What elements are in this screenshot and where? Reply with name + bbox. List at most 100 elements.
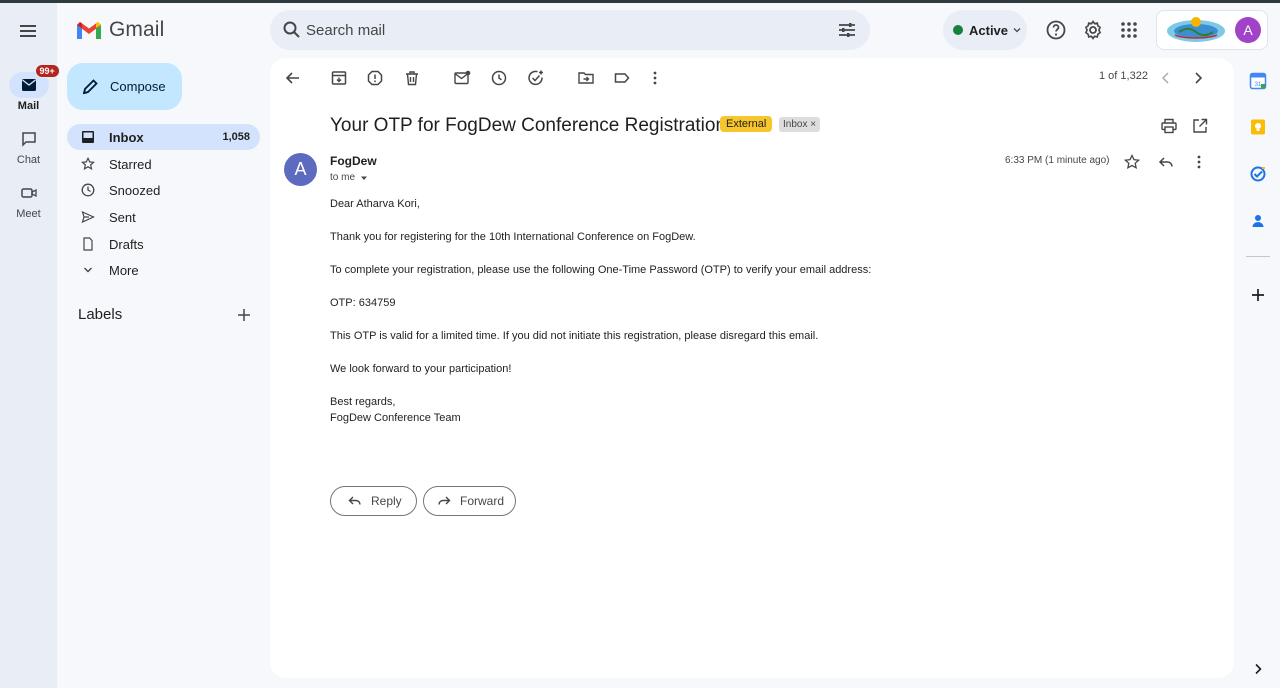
message-more-button[interactable]: [1189, 152, 1209, 172]
back-button[interactable]: [283, 68, 303, 88]
search-options-icon[interactable]: [836, 19, 858, 41]
body-paragraph: To complete your registration, please us…: [330, 264, 872, 276]
report-spam-button[interactable]: [365, 68, 385, 88]
open-in-new-icon: [1193, 118, 1208, 133]
more-options-button[interactable]: [645, 68, 665, 88]
inbox-label-chip[interactable]: Inbox ×: [779, 117, 821, 132]
report-icon: [367, 70, 383, 86]
search-input[interactable]: [306, 10, 826, 50]
older-button[interactable]: [1188, 68, 1208, 88]
labels-heading: Labels: [78, 306, 123, 323]
sidebar-item-drafts[interactable]: Drafts: [67, 231, 260, 257]
open-new-window-button[interactable]: [1190, 116, 1210, 136]
organization-logo-icon: [1167, 17, 1225, 42]
sidebar-item-sent[interactable]: Sent: [67, 204, 260, 230]
mail-icon: 99+: [8, 64, 60, 98]
app-rail: 99+ Mail Chat Meet: [0, 3, 60, 688]
email-body: Dear Atharva Kori, Thank you for registe…: [330, 196, 1190, 426]
reply-icon-button[interactable]: [1156, 152, 1176, 172]
keep-app[interactable]: [1249, 118, 1267, 136]
send-icon: [81, 210, 95, 224]
sender-name[interactable]: FogDew: [330, 154, 377, 168]
arrow-back-icon: [285, 72, 299, 84]
chat-icon: [9, 126, 49, 152]
close-icon[interactable]: ×: [810, 119, 816, 130]
snooze-button[interactable]: [489, 68, 509, 88]
get-addons-button[interactable]: [1249, 286, 1267, 304]
unread-count: 1,058: [222, 131, 250, 143]
print-icon: [1161, 118, 1177, 134]
compose-button[interactable]: Compose: [67, 63, 182, 110]
search-icon[interactable]: [282, 20, 302, 40]
compose-label: Compose: [110, 79, 166, 94]
status-dot: [953, 25, 963, 35]
sidebar-item-inbox[interactable]: Inbox 1,058: [67, 124, 260, 150]
mark-unread-icon: [454, 70, 471, 85]
help-icon[interactable]: [1044, 18, 1068, 42]
folder-move-icon: [578, 72, 594, 84]
settings-gear-icon[interactable]: [1081, 18, 1105, 42]
add-to-tasks-button[interactable]: [526, 68, 546, 88]
otp-code: OTP: 634759: [330, 297, 396, 309]
more-vert-icon: [1197, 155, 1201, 169]
inbox-icon: [82, 131, 94, 143]
contacts-app[interactable]: [1249, 212, 1267, 230]
email-view: 1 of 1,322 Your OTP for FogDew Conferenc…: [270, 58, 1234, 678]
forward-label: Forward: [460, 494, 505, 508]
sidebar-item-label: Inbox: [109, 129, 144, 145]
top-strip: [0, 0, 1280, 3]
star-button[interactable]: [1122, 152, 1142, 172]
account-switcher[interactable]: A: [1156, 10, 1268, 50]
trash-icon: [406, 71, 418, 86]
tasks-app[interactable]: [1249, 165, 1267, 183]
chevron-right-icon: [1195, 72, 1203, 84]
pencil-icon: [82, 78, 98, 94]
rail-item-chat[interactable]: Chat: [0, 126, 57, 166]
recipient-label: to me: [330, 172, 356, 183]
forward-icon: [438, 496, 451, 505]
status-label: Active: [969, 22, 1009, 38]
sidebar-item-label: More: [109, 262, 139, 278]
archive-button[interactable]: [329, 68, 349, 88]
newer-button[interactable]: [1156, 68, 1176, 88]
sidebar-item-label: Sent: [109, 209, 136, 225]
apps-grid-icon[interactable]: [1117, 18, 1141, 42]
caret-down-icon: [361, 176, 368, 180]
signature: FogDew Conference Team: [330, 412, 461, 424]
gmail-logo[interactable]: Gmail: [75, 18, 164, 42]
side-panel: 31: [1240, 60, 1276, 688]
rail-item-meet[interactable]: Meet: [0, 180, 57, 220]
mark-unread-button[interactable]: [452, 68, 472, 88]
account-avatar[interactable]: A: [1235, 17, 1261, 43]
star-icon: [81, 157, 95, 170]
main-menu-icon[interactable]: [16, 19, 40, 43]
archive-icon: [331, 71, 347, 85]
recipient-details[interactable]: to me: [330, 172, 370, 183]
delete-button[interactable]: [402, 68, 422, 88]
reply-button[interactable]: Reply: [330, 486, 417, 516]
tasks-icon: [1250, 166, 1266, 182]
sender-avatar[interactable]: A: [284, 153, 317, 186]
reply-label: Reply: [371, 494, 402, 508]
unread-badge: 99+: [34, 64, 60, 78]
body-paragraph: We look forward to your participation!: [330, 363, 512, 375]
move-to-button[interactable]: [576, 68, 596, 88]
labels-button[interactable]: [612, 68, 632, 88]
expand-panel-button[interactable]: [1249, 660, 1267, 678]
sidebar-item-label: Starred: [109, 156, 152, 172]
rail-item-mail[interactable]: 99+ Mail: [0, 64, 60, 112]
label-icon: [614, 73, 630, 83]
add-label-button[interactable]: [236, 307, 252, 323]
email-timestamp: 6:33 PM (1 minute ago): [1005, 155, 1110, 166]
body-paragraph: Thank you for registering for the 10th I…: [330, 231, 696, 243]
sidebar-item-starred[interactable]: Starred: [67, 151, 260, 177]
more-vert-icon: [653, 71, 657, 85]
status-selector[interactable]: Active: [943, 10, 1027, 50]
sidebar-item-snoozed[interactable]: Snoozed: [67, 177, 260, 203]
forward-button[interactable]: Forward: [423, 486, 516, 516]
calendar-app[interactable]: 31: [1249, 72, 1267, 90]
sidebar-item-more[interactable]: More: [67, 257, 260, 283]
print-button[interactable]: [1159, 116, 1179, 136]
email-subject: Your OTP for FogDew Conference Registrat…: [330, 115, 727, 136]
clock-icon: [491, 70, 507, 86]
